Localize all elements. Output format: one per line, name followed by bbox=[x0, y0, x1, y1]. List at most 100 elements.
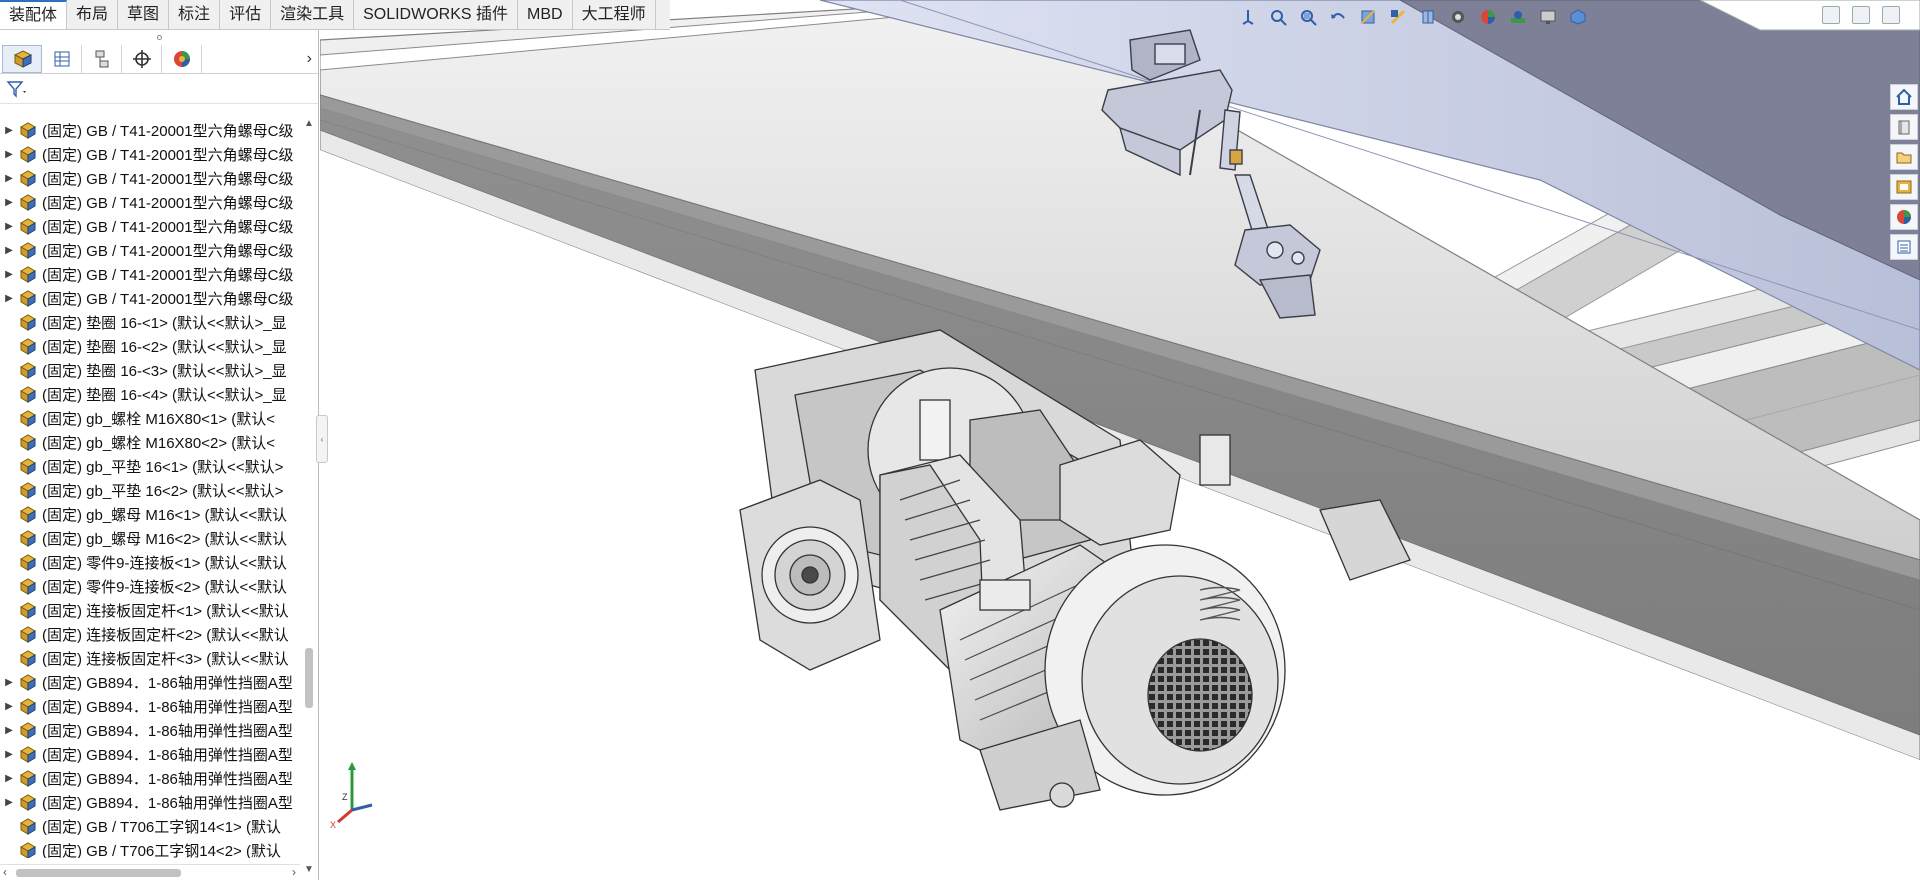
expand-arrow-icon[interactable]: ▶ bbox=[0, 701, 18, 712]
display-manager-icon[interactable] bbox=[162, 44, 202, 73]
tab-sketch[interactable]: 草图 bbox=[118, 0, 170, 29]
tree-filter[interactable] bbox=[0, 74, 318, 104]
apply-scene-icon[interactable] bbox=[1505, 5, 1531, 29]
tree-item[interactable]: (固定) 垫圈 16-<3> (默认<<默认>_显 bbox=[0, 358, 300, 382]
part-icon bbox=[19, 218, 37, 235]
expand-arrow-icon[interactable]: ▶ bbox=[0, 245, 18, 256]
tree-item[interactable]: (固定) gb_螺栓 M16X80<2> (默认< bbox=[0, 430, 300, 454]
scroll-left-icon[interactable]: ‹ bbox=[3, 865, 7, 879]
expand-arrow-icon[interactable]: ▶ bbox=[0, 197, 18, 208]
custom-properties-icon[interactable] bbox=[1890, 234, 1918, 260]
tree-item[interactable]: ▶ (固定) GB894．1-86轴用弹性挡圈A型 bbox=[0, 694, 300, 718]
tree-item[interactable]: (固定) 垫圈 16-<1> (默认<<默认>_显 bbox=[0, 310, 300, 334]
view-orientation-icon[interactable] bbox=[1235, 5, 1261, 29]
tree-item[interactable]: (固定) 垫圈 16-<4> (默认<<默认>_显 bbox=[0, 382, 300, 406]
design-library-icon[interactable] bbox=[1890, 114, 1918, 140]
property-manager-icon[interactable] bbox=[42, 44, 82, 73]
tree-item[interactable]: ▶ (固定) GB894．1-86轴用弹性挡圈A型 bbox=[0, 670, 300, 694]
tile-left-icon[interactable] bbox=[1822, 6, 1840, 24]
tree-item[interactable]: ▶ (固定) GB / T41-20001型六角螺母C级 bbox=[0, 118, 300, 142]
expand-arrow-icon[interactable]: ▶ bbox=[0, 773, 18, 784]
zoom-to-fit-icon[interactable] bbox=[1265, 5, 1291, 29]
tree-item[interactable]: ▶ (固定) GB894．1-86轴用弹性挡圈A型 bbox=[0, 742, 300, 766]
tile-right-icon[interactable] bbox=[1852, 6, 1870, 24]
expand-arrow-icon[interactable]: ▶ bbox=[0, 293, 18, 304]
tree-item[interactable]: ▶ (固定) GB894．1-86轴用弹性挡圈A型 bbox=[0, 790, 300, 814]
edit-appearance-icon[interactable] bbox=[1475, 5, 1501, 29]
scroll-thumb[interactable] bbox=[16, 869, 181, 877]
expand-arrow-icon[interactable]: ▶ bbox=[0, 797, 18, 808]
view-palette-icon[interactable] bbox=[1890, 174, 1918, 200]
scroll-right-icon[interactable]: › bbox=[292, 865, 296, 879]
tree-item-label: (固定) GB / T41-20001型六角螺母C级 bbox=[42, 146, 294, 164]
tab-mbd[interactable]: MBD bbox=[518, 0, 573, 29]
tree-item[interactable]: (固定) gb_平垫 16<2> (默认<<默认> bbox=[0, 478, 300, 502]
configuration-manager-icon[interactable] bbox=[82, 44, 122, 73]
tree-item[interactable]: ▶ (固定) GB / T41-20001型六角螺母C级 bbox=[0, 286, 300, 310]
tree-item[interactable]: ▶ (固定) GB / T41-20001型六角螺母C级 bbox=[0, 262, 300, 286]
appearances-icon[interactable] bbox=[1890, 204, 1918, 230]
filter-icon[interactable] bbox=[6, 80, 28, 98]
tab-markup[interactable]: 标注 bbox=[169, 0, 221, 29]
tab-layout[interactable]: 布局 bbox=[67, 0, 119, 29]
tree-item[interactable]: (固定) gb_螺栓 M16X80<1> (默认< bbox=[0, 406, 300, 430]
zoom-area-icon[interactable] bbox=[1295, 5, 1321, 29]
part-icon bbox=[19, 386, 37, 403]
expand-arrow-icon[interactable]: ▶ bbox=[0, 149, 18, 160]
tree-item[interactable]: ▶ (固定) GB894．1-86轴用弹性挡圈A型 bbox=[0, 718, 300, 742]
part-icon bbox=[19, 506, 37, 523]
expand-arrow-icon[interactable]: ▶ bbox=[0, 221, 18, 232]
hide-show-icon[interactable] bbox=[1445, 5, 1471, 29]
tree-item[interactable]: ▶ (固定) GB / T41-20001型六角螺母C级 bbox=[0, 142, 300, 166]
dimxpert-icon[interactable] bbox=[122, 44, 162, 73]
restore-window-icon[interactable] bbox=[1882, 6, 1900, 24]
tree-item[interactable]: (固定) gb_螺母 M16<1> (默认<<默认 bbox=[0, 502, 300, 526]
tree-item[interactable]: (固定) GB / T706工字钢14<1> (默认 bbox=[0, 814, 300, 838]
file-explorer-icon[interactable] bbox=[1890, 144, 1918, 170]
scroll-up-icon[interactable]: ▲ bbox=[302, 118, 316, 132]
previous-view-icon[interactable] bbox=[1325, 5, 1351, 29]
graphics-area[interactable] bbox=[319, 0, 1920, 880]
section-view-icon[interactable] bbox=[1355, 5, 1381, 29]
home-icon[interactable] bbox=[1890, 84, 1918, 110]
view-settings-icon[interactable] bbox=[1535, 5, 1561, 29]
view-display-icon[interactable] bbox=[1415, 5, 1441, 29]
expand-arrow-icon[interactable]: ▶ bbox=[0, 125, 18, 136]
tree-item[interactable]: (固定) 连接板固定杆<1> (默认<<默认 bbox=[0, 598, 300, 622]
tree-item[interactable]: (固定) 垫圈 16-<2> (默认<<默认>_显 bbox=[0, 334, 300, 358]
tree-item[interactable]: ▶ (固定) GB / T41-20001型六角螺母C级 bbox=[0, 214, 300, 238]
tab-engineer[interactable]: 大工程师 bbox=[573, 0, 656, 29]
expand-arrow-icon[interactable]: ▶ bbox=[0, 173, 18, 184]
expand-arrow-icon[interactable]: ▶ bbox=[0, 677, 18, 688]
tab-assembly[interactable]: 装配体 bbox=[0, 0, 68, 29]
expand-arrow-icon[interactable]: ▶ bbox=[0, 725, 18, 736]
tree-item[interactable]: ▶ (固定) GB / T41-20001型六角螺母C级 bbox=[0, 190, 300, 214]
tree-item[interactable]: ▶ (固定) GB894．1-86轴用弹性挡圈A型 bbox=[0, 766, 300, 790]
tab-evaluate[interactable]: 评估 bbox=[220, 0, 272, 29]
display-style-icon[interactable] bbox=[1565, 5, 1591, 29]
chevron-right-icon[interactable]: › bbox=[307, 50, 312, 68]
panel-collapse-handle[interactable]: ‹ bbox=[316, 415, 328, 463]
expand-arrow-icon[interactable]: ▶ bbox=[0, 749, 18, 760]
tree-item[interactable]: (固定) gb_螺母 M16<2> (默认<<默认 bbox=[0, 526, 300, 550]
tree-item[interactable]: (固定) 零件9-连接板<1> (默认<<默认 bbox=[0, 550, 300, 574]
tree-item[interactable]: (固定) 零件9-连接板<2> (默认<<默认 bbox=[0, 574, 300, 598]
tree-item[interactable]: ▶ (固定) GB / T41-20001型六角螺母C级 bbox=[0, 238, 300, 262]
tree-vertical-scrollbar[interactable]: ▲ ▼ bbox=[302, 118, 316, 878]
feature-manager-icon[interactable] bbox=[2, 44, 42, 73]
scroll-thumb[interactable] bbox=[305, 648, 313, 708]
scroll-down-icon[interactable]: ▼ bbox=[302, 864, 316, 878]
panel-grip[interactable] bbox=[0, 30, 318, 44]
dynamic-annotation-icon[interactable] bbox=[1385, 5, 1411, 29]
svg-text:X: X bbox=[330, 820, 336, 830]
tree-item[interactable]: (固定) gb_平垫 16<1> (默认<<默认> bbox=[0, 454, 300, 478]
tree-item[interactable]: (固定) 连接板固定杆<2> (默认<<默认 bbox=[0, 622, 300, 646]
tree-item[interactable]: (固定) GB / T706工字钢14<2> (默认 bbox=[0, 838, 300, 858]
assembly-model-view[interactable] bbox=[319, 0, 1920, 880]
tree-item[interactable]: (固定) 连接板固定杆<3> (默认<<默认 bbox=[0, 646, 300, 670]
expand-arrow-icon[interactable]: ▶ bbox=[0, 269, 18, 280]
tab-render-tools[interactable]: 渲染工具 bbox=[271, 0, 355, 29]
tab-solidworks-addins[interactable]: SOLIDWORKS 插件 bbox=[354, 0, 519, 29]
tree-item[interactable]: ▶ (固定) GB / T41-20001型六角螺母C级 bbox=[0, 166, 300, 190]
tree-horizontal-scrollbar[interactable]: ‹ › bbox=[0, 864, 300, 880]
